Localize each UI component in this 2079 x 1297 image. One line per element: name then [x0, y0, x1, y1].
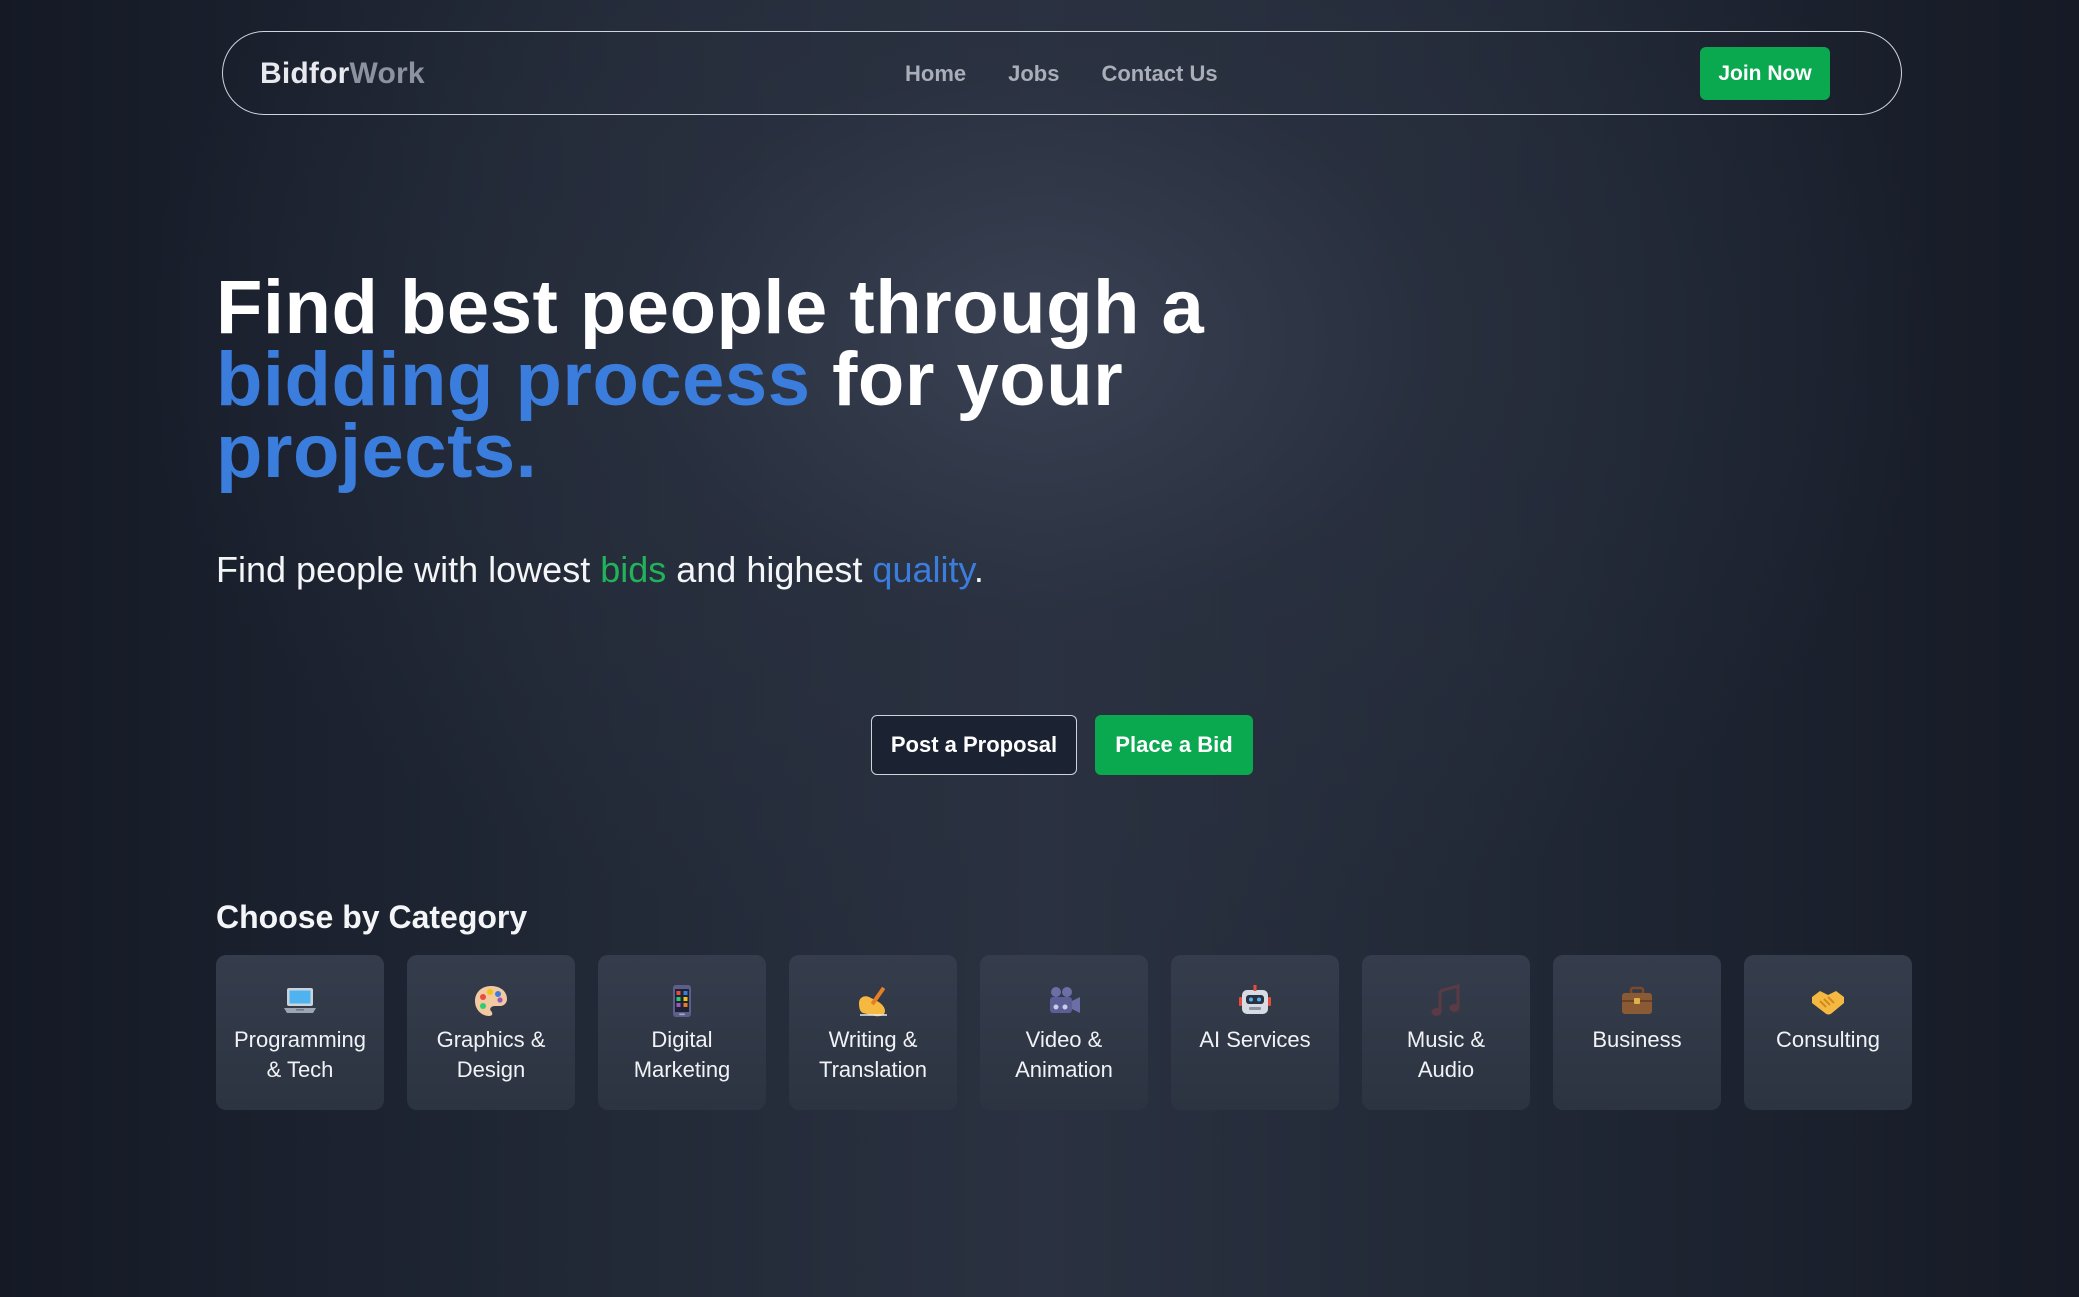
category-label-line2: Translation [818, 1057, 927, 1082]
category-label-line2: Design [456, 1057, 526, 1082]
writing-hand-icon [855, 983, 891, 1019]
category-label: Writing & Translation [813, 1025, 933, 1085]
brand-logo[interactable]: BidforWork [260, 54, 425, 94]
category-card-digital-marketing[interactable]: Digital Marketing [598, 955, 766, 1110]
brand-name-part1: Bidfor [260, 57, 350, 90]
hero-subtitle-quality: quality [872, 549, 974, 590]
hero-subtitle-part2: and highest [666, 549, 873, 590]
category-label: AI Services [1193, 1025, 1316, 1055]
category-card-writing-translation[interactable]: Writing & Translation [789, 955, 957, 1110]
category-label-line2: Audio [1417, 1057, 1475, 1082]
music-note-icon [1428, 983, 1464, 1019]
place-bid-button[interactable]: Place a Bid [1095, 715, 1253, 775]
category-label-line1: Writing & [828, 1027, 918, 1052]
brand-name-part2: Work [349, 57, 425, 90]
nav-links: Home Jobs Contact Us [905, 32, 1218, 116]
category-label: Music & Audio [1401, 1025, 1491, 1085]
hero-subtitle-bids: bids [600, 549, 667, 590]
category-card-business[interactable]: Business [1553, 955, 1721, 1110]
palette-icon [473, 983, 509, 1019]
category-label: Consulting [1770, 1025, 1886, 1055]
video-camera-icon [1046, 983, 1082, 1019]
category-card-programming-tech[interactable]: Programming & Tech [216, 955, 384, 1110]
category-label-line1: Music & [1406, 1027, 1486, 1052]
category-label: Digital Marketing [628, 1025, 737, 1085]
category-label-line2: Marketing [633, 1057, 731, 1082]
category-label: Programming & Tech [228, 1025, 372, 1085]
nav-link-home[interactable]: Home [905, 61, 966, 87]
category-label-line1: Programming [233, 1027, 367, 1052]
join-now-button[interactable]: Join Now [1700, 47, 1830, 100]
nav-link-contact-us[interactable]: Contact Us [1101, 61, 1217, 87]
category-heading: Choose by Category [216, 899, 528, 935]
hero-subtitle-part3: . [973, 549, 984, 590]
navbar: BidforWork Home Jobs Contact Us Join Now [222, 31, 1902, 115]
phone-icon [664, 983, 700, 1019]
hero-title-highlight-projects: projects. [216, 409, 538, 494]
handshake-icon [1810, 983, 1846, 1019]
category-card-graphics-design[interactable]: Graphics & Design [407, 955, 575, 1110]
laptop-icon [282, 983, 318, 1019]
category-label-line1: Business [1592, 1027, 1682, 1052]
category-card-video-animation[interactable]: Video & Animation [980, 955, 1148, 1110]
category-label: Business [1586, 1025, 1687, 1055]
hero-subtitle-part1: Find people with lowest [216, 549, 601, 590]
category-grid: Programming & Tech Graphics & Design Dig… [216, 955, 1912, 1110]
robot-icon [1237, 983, 1273, 1019]
category-label: Graphics & Design [431, 1025, 552, 1085]
category-label-line1: Consulting [1776, 1027, 1880, 1052]
category-card-consulting[interactable]: Consulting [1744, 955, 1912, 1110]
hero-subtitle: Find people with lowest bids and highest… [216, 546, 984, 594]
category-label: Video & Animation [1009, 1025, 1119, 1085]
hero-title: Find best people through a bidding proces… [216, 270, 1316, 490]
category-label-line2: Animation [1015, 1057, 1113, 1082]
hero-title-mid: for your [810, 337, 1124, 422]
category-label-line1: AI Services [1199, 1027, 1311, 1052]
category-card-music-audio[interactable]: Music & Audio [1362, 955, 1530, 1110]
nav-link-jobs[interactable]: Jobs [1008, 61, 1059, 87]
category-label-line2: & Tech [266, 1057, 334, 1082]
briefcase-icon [1619, 983, 1655, 1019]
category-card-ai-services[interactable]: AI Services [1171, 955, 1339, 1110]
category-label-line1: Graphics & [436, 1027, 546, 1052]
post-proposal-button[interactable]: Post a Proposal [871, 715, 1077, 775]
category-label-line1: Video & [1025, 1027, 1103, 1052]
category-label-line1: Digital [651, 1027, 713, 1052]
